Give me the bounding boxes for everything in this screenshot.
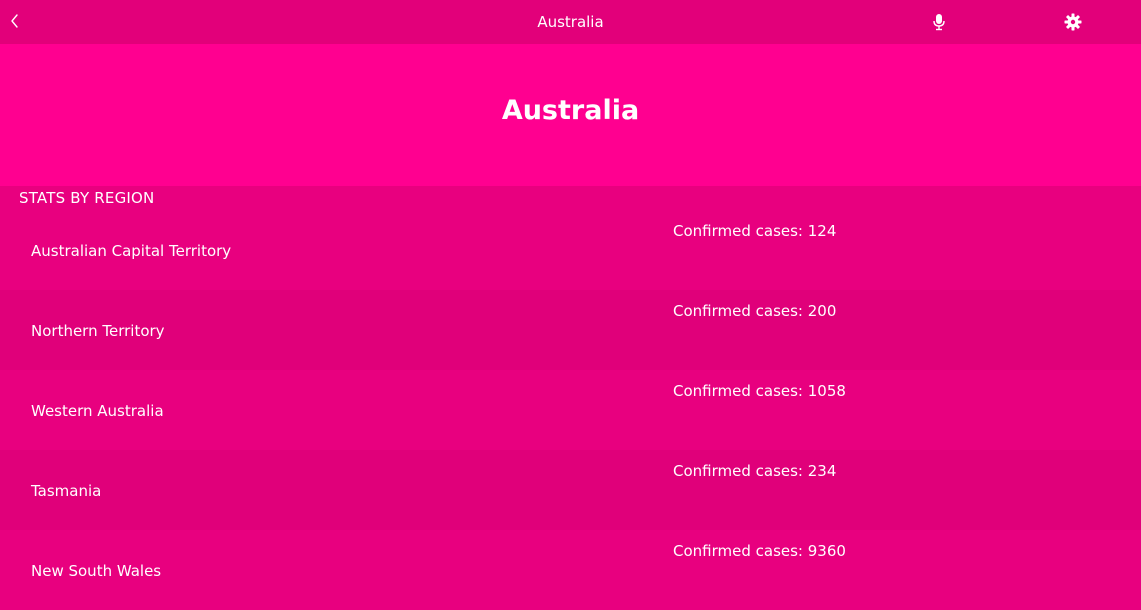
list-item[interactable]: Australian Capital Territory Confirmed c… [0,210,1141,290]
list-item[interactable]: Western Australia Confirmed cases: 1058 [0,370,1141,450]
confirmed-cases: Confirmed cases: 124 [673,222,837,240]
region-name: Northern Territory [31,322,165,340]
confirmed-cases: Confirmed cases: 1058 [673,382,846,400]
list-item[interactable]: Tasmania Confirmed cases: 234 [0,450,1141,530]
region-name: Australian Capital Territory [31,242,232,260]
gear-icon [1064,13,1082,35]
confirmed-cases: Confirmed cases: 9360 [673,542,846,560]
region-list: Australian Capital Territory Confirmed c… [0,210,1141,610]
region-name: Western Australia [31,402,164,420]
microphone-icon [932,13,946,35]
confirmed-cases: Confirmed cases: 200 [673,302,837,320]
list-item[interactable]: New South Wales Confirmed cases: 9360 [0,530,1141,610]
microphone-button[interactable] [929,13,949,35]
settings-button[interactable] [1062,13,1084,35]
confirmed-cases: Confirmed cases: 234 [673,462,837,480]
page-title: Australia [501,95,640,126]
list-item[interactable]: Northern Territory Confirmed cases: 200 [0,290,1141,370]
region-name: New South Wales [31,562,162,580]
top-bar: Australia [0,0,1141,44]
window-title: Australia [537,13,604,31]
region-name: Tasmania [31,482,102,500]
section-label: STATS BY REGION [19,189,155,207]
page-header: Australia [0,44,1141,186]
